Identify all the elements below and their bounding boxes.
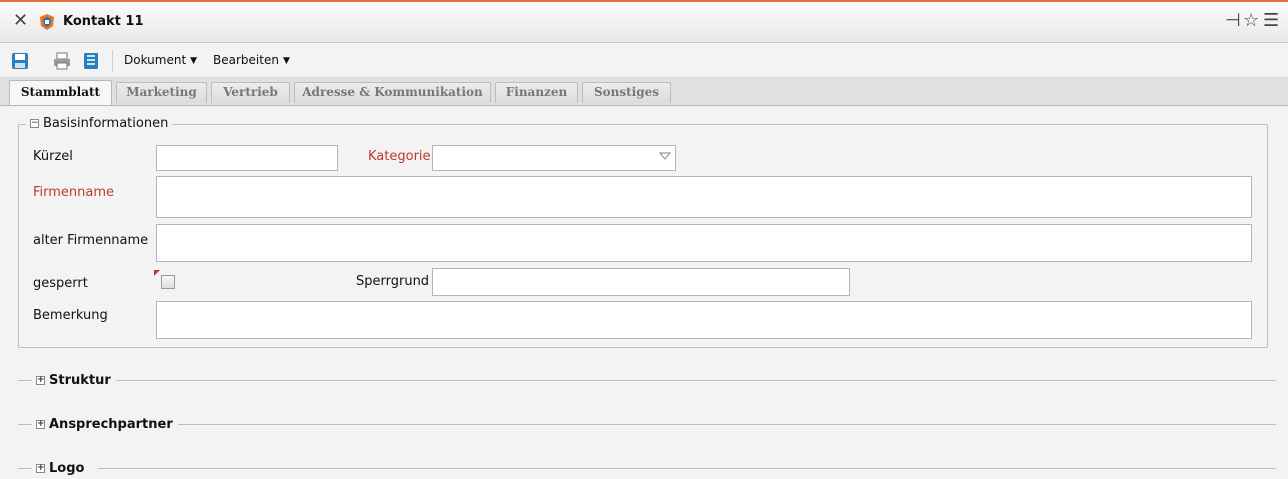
- window-title: Kontakt 11: [63, 14, 144, 29]
- app-logo-icon: [40, 14, 54, 30]
- kuerzel-input[interactable]: [156, 145, 338, 171]
- kategorie-select[interactable]: [432, 145, 676, 171]
- gesperrt-label: gesperrt: [33, 276, 88, 291]
- menu-bearbeiten[interactable]: Bearbeiten ▼: [213, 53, 290, 67]
- section-logo-header[interactable]: + Logo: [34, 461, 87, 476]
- kategorie-label: Kategorie: [368, 149, 431, 164]
- bemerkung-input[interactable]: [156, 301, 1252, 339]
- tab-marketing[interactable]: Marketing: [116, 82, 207, 103]
- tab-sonstiges[interactable]: Sonstiges: [582, 82, 671, 103]
- caret-down-icon: ▼: [190, 56, 198, 66]
- gesperrt-checkbox[interactable]: [161, 275, 175, 289]
- pin-icon[interactable]: ⊣: [1225, 11, 1241, 31]
- expand-icon[interactable]: +: [36, 420, 45, 429]
- tab-adresse-kommunikation[interactable]: Adresse & Kommunikation: [294, 82, 491, 103]
- section-logo[interactable]: + Logo: [18, 461, 1276, 476]
- alter-firmenname-label: alter Firmenname: [33, 233, 149, 248]
- collapse-icon[interactable]: −: [30, 119, 39, 128]
- toolbar-separator: [112, 50, 113, 72]
- save-icon[interactable]: [11, 52, 29, 70]
- menu-dokument[interactable]: Dokument ▼: [124, 53, 197, 67]
- bemerkung-label: Bemerkung: [33, 308, 108, 323]
- form-content: − Basisinformationen Kürzel Kategorie Fi…: [0, 106, 1288, 479]
- close-icon[interactable]: ✕: [13, 11, 28, 31]
- toolbar: Dokument ▼ Bearbeiten ▼: [0, 43, 1288, 78]
- section-ansprechpartner[interactable]: + Ansprechpartner: [18, 417, 1276, 432]
- menu-icon[interactable]: ☰: [1263, 11, 1279, 31]
- firmenname-input[interactable]: [156, 176, 1252, 218]
- kuerzel-label: Kürzel: [33, 149, 73, 164]
- expand-icon[interactable]: +: [36, 464, 45, 473]
- tab-vertrieb[interactable]: Vertrieb: [211, 82, 290, 103]
- basisinformationen-header[interactable]: − Basisinformationen: [26, 116, 173, 131]
- tab-stammblatt[interactable]: Stammblatt: [9, 80, 112, 105]
- sperrgrund-input[interactable]: [432, 268, 850, 296]
- expand-icon[interactable]: +: [36, 376, 45, 385]
- document-icon[interactable]: [82, 52, 100, 70]
- caret-down-icon: ▼: [282, 56, 290, 66]
- print-icon[interactable]: [53, 52, 71, 70]
- firmenname-label: Firmenname: [33, 185, 115, 200]
- section-struktur-header[interactable]: + Struktur: [34, 373, 113, 388]
- tab-bar: Stammblatt Marketing Vertrieb Adresse & …: [0, 78, 1288, 106]
- sperrgrund-label: Sperrgrund: [356, 274, 430, 289]
- favorite-star-icon[interactable]: ☆: [1243, 11, 1259, 31]
- alter-firmenname-input[interactable]: [156, 224, 1252, 262]
- tab-finanzen[interactable]: Finanzen: [495, 82, 578, 103]
- section-struktur[interactable]: + Struktur: [18, 373, 1276, 388]
- section-ansprechpartner-header[interactable]: + Ansprechpartner: [34, 417, 175, 432]
- chevron-down-icon: [659, 152, 671, 160]
- changed-marker: [154, 270, 160, 276]
- window-title-bar: ✕ Kontakt 11 ⊣ ☆ ☰: [0, 2, 1288, 43]
